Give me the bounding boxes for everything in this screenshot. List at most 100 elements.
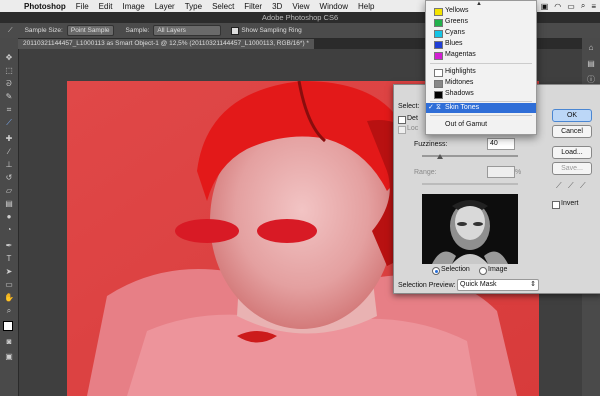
menu-filter[interactable]: Filter [244,2,262,11]
eyedropper-tool-icon[interactable]: ⟋ [4,119,14,127]
shape-tool-icon[interactable]: ▭ [4,281,14,289]
menu-item-highlights[interactable]: Highlights [426,67,536,77]
search-icon[interactable]: ⌕ [581,1,585,11]
blur-tool-icon[interactable]: ● [4,213,14,221]
invert-label: Invert [561,200,579,207]
dodge-tool-icon[interactable]: ◔ [4,226,14,234]
pen-tool-icon[interactable]: ✒ [4,242,14,250]
select-arrows-icon: ⇕ [530,281,536,288]
select-label: Select: [398,103,420,110]
menu-help[interactable]: Help [358,2,374,11]
range-input[interactable] [487,166,515,178]
menu-separator [430,115,532,116]
hand-tool-icon[interactable]: ✋ [4,294,14,302]
clone-stamp-tool-icon[interactable]: ⊥ [4,161,14,169]
menu-separator [430,101,532,102]
select-dropdown-menu: ▲ Yellows Greens Cyans Blues Magentas Hi… [425,0,537,135]
menu-type[interactable]: Type [185,2,202,11]
type-tool-icon[interactable]: T [4,255,14,263]
menu-item-yellows[interactable]: Yellows [426,6,536,16]
path-selection-tool-icon[interactable]: ➤ [4,268,14,276]
tools-panel: ✥ ⬚ ᘐ ✎ ⌗ ⟋ ✚ ∕ ⊥ ↺ ▱ ▤ ● ◔ ✒ T ➤ ▭ ✋ ⌕ … [0,38,19,396]
quick-mask-icon[interactable]: ◙ [4,338,14,346]
menu-edit[interactable]: Edit [99,2,113,11]
show-sampling-ring-checkbox[interactable] [231,26,240,35]
image-radio[interactable] [479,267,487,275]
fuzziness-slider-thumb[interactable] [437,154,443,159]
localized-checkbox[interactable] [398,126,406,134]
eyedropper-icon[interactable]: ⟋ [556,181,562,191]
history-brush-tool-icon[interactable]: ↺ [4,174,14,182]
gradient-tool-icon[interactable]: ▤ [4,200,14,208]
fuzziness-input[interactable]: 40 [487,138,515,150]
menu-3d[interactable]: 3D [272,2,282,11]
mask-preview-image [422,194,518,264]
load-button[interactable]: Load... [552,146,592,159]
menu-item-shadows[interactable]: Shadows [426,89,536,99]
properties-panel-icon[interactable]: ▤ [586,60,596,68]
skin-tones-icon: ⧖ [436,104,441,111]
menu-select[interactable]: Select [212,2,234,11]
lasso-tool-icon[interactable]: ᘐ [4,80,14,88]
menu-window[interactable]: Window [320,2,348,11]
zoom-tool-icon[interactable]: ⌕ [4,307,14,315]
list-icon[interactable]: ≡ [591,2,596,11]
range-unit: % [515,169,522,176]
menu-image[interactable]: Image [122,2,144,11]
range-label: Range: [414,169,437,176]
sample-size-select[interactable]: Point Sample [66,25,114,36]
magentas-swatch-icon [434,52,443,60]
menu-view[interactable]: View [292,2,309,11]
menu-item-skin-tones[interactable]: ✓ ⧖ Skin Tones [426,103,536,113]
sample-select[interactable]: All Layers [153,25,222,36]
eyedropper-plus-icon[interactable]: ⟋ [568,181,574,191]
selection-preview-thumbnail [422,194,518,264]
highlights-swatch-icon [434,69,443,77]
image-radio-label: Image [488,266,508,273]
screen-mode-icon[interactable]: ▣ [4,353,14,361]
marquee-tool-icon[interactable]: ⬚ [4,67,14,75]
greens-swatch-icon [434,19,443,27]
yellows-swatch-icon [434,8,443,16]
cancel-button[interactable]: Cancel [552,125,592,138]
sample-label: Sample: [125,27,150,34]
detect-checkbox[interactable] [398,116,406,124]
range-slider-track[interactable] [422,183,518,185]
history-panel-icon[interactable]: ⌂ [586,44,596,52]
sample-size-label: Sample Size: [24,27,63,34]
detect-label: Det [407,115,418,122]
app-menu[interactable]: Photoshop [24,2,66,11]
quick-select-tool-icon[interactable]: ✎ [4,93,14,101]
invert-checkbox[interactable] [552,201,560,209]
menu-file[interactable]: File [76,2,89,11]
menu-item-greens[interactable]: Greens [426,17,536,27]
menu-item-cyans[interactable]: Cyans [426,28,536,38]
show-sampling-ring-label: Show Sampling Ring [241,27,302,34]
crop-tool-icon[interactable]: ⌗ [4,106,14,114]
lock-icon[interactable]: ▣ [541,2,549,11]
move-tool-icon[interactable]: ✥ [4,54,14,62]
battery-icon[interactable]: ▭ [567,2,575,11]
wifi-icon[interactable]: ◠ [554,2,561,11]
cyans-swatch-icon [434,30,443,38]
menu-item-out-of-gamut[interactable]: Out of Gamut [426,120,536,130]
save-button[interactable]: Save... [552,162,592,175]
eyedropper-tool-icon[interactable]: ⟋ [8,27,13,35]
document-tab[interactable]: 20110321144457_L1000113 as Smart Object-… [18,39,314,49]
foreground-color-swatch[interactable] [3,321,13,331]
ok-button[interactable]: OK [552,109,592,122]
blues-swatch-icon [434,41,443,49]
healing-tool-icon[interactable]: ✚ [4,135,14,143]
menu-layer[interactable]: Layer [155,2,175,11]
menu-item-midtones[interactable]: Midtones [426,78,536,88]
eyedropper-minus-icon[interactable]: ⟋ [580,181,586,191]
selection-radio[interactable] [432,267,440,275]
brush-tool-icon[interactable]: ∕ [4,148,14,156]
shadows-swatch-icon [434,91,443,99]
menu-item-magentas[interactable]: Magentas [426,50,536,60]
eraser-tool-icon[interactable]: ▱ [4,187,14,195]
selection-preview-label: Selection Preview: [398,282,456,289]
menu-item-blues[interactable]: Blues [426,39,536,49]
selection-preview-select[interactable]: Quick Mask ⇕ [457,279,539,291]
info-panel-icon[interactable]: ⓘ [586,76,596,84]
